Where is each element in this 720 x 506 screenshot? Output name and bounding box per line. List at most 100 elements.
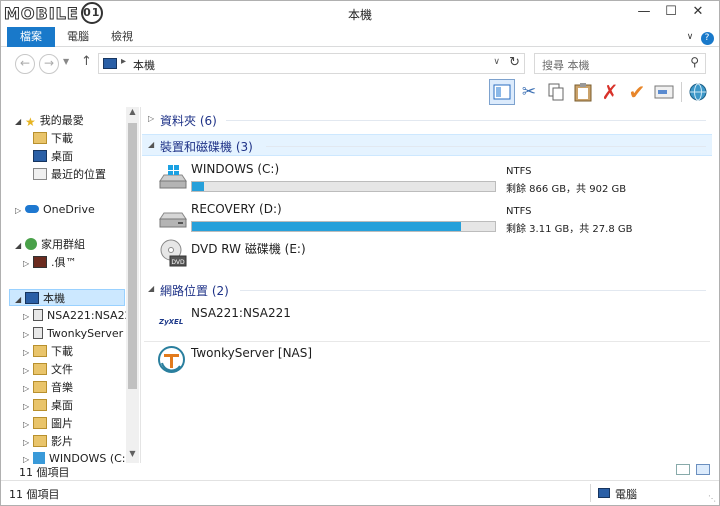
music-folder-icon xyxy=(33,381,47,393)
maximize-button[interactable]: ☐ xyxy=(658,1,684,25)
nav-label: 下載 xyxy=(51,132,73,145)
expand-arrow-icon[interactable]: ▷ xyxy=(23,344,33,360)
scroll-down-icon[interactable]: ▼ xyxy=(126,449,139,463)
expand-arrow-icon[interactable]: ▷ xyxy=(23,326,33,342)
help-icon[interactable]: ? xyxy=(699,27,715,47)
nav-homegroup[interactable]: ◢ 家用群組 xyxy=(15,236,85,253)
nav-homegroup-user[interactable]: ▷ .俱™ xyxy=(23,254,77,271)
address-dropdown-icon[interactable]: ∨ xyxy=(493,57,500,67)
search-icon[interactable]: ⚲ xyxy=(690,55,699,69)
group-divider xyxy=(226,120,706,121)
copy-icon[interactable] xyxy=(543,79,569,105)
details-view-icon[interactable] xyxy=(676,464,690,475)
expand-arrow-icon[interactable]: ◢ xyxy=(15,113,25,129)
nav-downloads[interactable]: 下載 xyxy=(33,130,73,147)
preview-pane-button[interactable] xyxy=(489,79,515,105)
nav-onedrive[interactable]: ▷ OneDrive xyxy=(15,201,95,218)
cloud-icon xyxy=(25,205,39,213)
status-divider xyxy=(590,484,591,502)
close-button[interactable]: ✕ xyxy=(685,1,711,25)
nav-pc-downloads[interactable]: ▷ 下載 xyxy=(23,343,73,360)
minimize-button[interactable]: — xyxy=(631,1,657,25)
ribbon-expand-chevron-icon[interactable]: ∨ xyxy=(683,27,697,47)
drive-filesystem: NTFS xyxy=(506,206,532,217)
nav-documents[interactable]: ▷ 文件 xyxy=(23,361,73,378)
group-network[interactable]: ◢ 網路位置 (2) xyxy=(142,279,712,301)
navigation-pane: ◢ ★ 我的最愛 下載 桌面 最近的位置 ▷ OneDrive ◢ 家用群組 ▷ .俱™ … xyxy=(1,107,141,465)
paste-icon[interactable] xyxy=(570,79,596,105)
rename-icon[interactable] xyxy=(651,79,677,105)
address-field[interactable]: ▸ 本機 ∨ ↻ xyxy=(98,53,525,74)
back-button[interactable]: ← xyxy=(15,54,35,74)
nav-pc-desktop[interactable]: ▷ 桌面 xyxy=(23,397,73,414)
drive-name: RECOVERY (D:) xyxy=(191,202,282,216)
expand-arrow-icon[interactable]: ▷ xyxy=(23,434,33,450)
expand-arrow-icon[interactable]: ◢ xyxy=(15,237,25,253)
recent-places-icon xyxy=(33,168,47,180)
nav-label: TwonkyServer [N xyxy=(47,327,126,340)
scrollbar-thumb[interactable] xyxy=(128,123,137,389)
up-arrow-icon[interactable]: ↑ xyxy=(81,54,92,69)
expand-arrow-icon[interactable]: ▷ xyxy=(23,308,33,324)
nav-scrollbar[interactable]: ▲ ▼ xyxy=(126,107,139,463)
nav-label: 下載 xyxy=(51,345,73,358)
status-item-count: 11 個項目 xyxy=(9,488,60,501)
resize-grip-icon[interactable]: ⋱ xyxy=(708,494,716,503)
forward-button[interactable]: → xyxy=(39,54,59,74)
network-item-twonky[interactable]: TwonkyServer [NAS] xyxy=(142,344,712,380)
network-globe-icon[interactable] xyxy=(685,79,711,105)
nav-recent[interactable]: 最近的位置 xyxy=(33,166,106,183)
title-bar: MOBILE 01 本機 — ☐ ✕ xyxy=(1,1,719,27)
expand-arrow-icon[interactable]: ▷ xyxy=(15,202,25,218)
collapse-arrow-icon[interactable]: ◢ xyxy=(148,284,154,293)
tiles-view-icon[interactable] xyxy=(696,464,710,475)
drive-free-space: 剩餘 3.11 GB，共 27.8 GB xyxy=(506,224,633,235)
homegroup-icon xyxy=(25,238,37,250)
user-avatar xyxy=(33,256,47,268)
recent-locations-chevron-icon[interactable]: ▼ xyxy=(63,57,69,66)
expand-arrow-icon[interactable]: ▷ xyxy=(23,255,33,271)
nav-nas-twonky[interactable]: ▷ TwonkyServer [N xyxy=(23,325,126,342)
desktop-folder-icon xyxy=(33,399,47,411)
delete-icon[interactable]: ✗ xyxy=(597,79,623,105)
nav-nas-zyxel[interactable]: ▷ NSA221:NSA22 xyxy=(23,307,126,324)
properties-check-icon[interactable]: ✔ xyxy=(624,79,650,105)
group-header: 網路位置 (2) xyxy=(160,284,229,298)
search-placeholder: 搜尋 本機 xyxy=(542,59,590,72)
nav-favorites[interactable]: ◢ ★ 我的最愛 xyxy=(15,112,84,129)
twonky-icon xyxy=(158,346,185,373)
tab-computer[interactable]: 電腦 xyxy=(61,27,95,47)
expand-arrow-icon[interactable]: ▷ xyxy=(23,380,33,396)
collapse-arrow-icon[interactable]: ◢ xyxy=(148,140,154,149)
drive-d[interactable]: RECOVERY (D:) NTFS 剩餘 3.11 GB，共 27.8 GB xyxy=(142,199,712,239)
collapse-arrow-icon[interactable]: ▷ xyxy=(148,114,154,123)
tab-view[interactable]: 檢視 xyxy=(105,27,139,47)
expand-arrow-icon[interactable]: ▷ xyxy=(23,416,33,432)
network-item-zyxel[interactable]: ZyXEL NSA221:NSA221 xyxy=(142,304,712,340)
expand-arrow-icon[interactable]: ▷ xyxy=(23,362,33,378)
ribbon: 檔案 電腦 檢視 ∨ ? xyxy=(1,27,719,47)
nav-music[interactable]: ▷ 音樂 xyxy=(23,379,73,396)
group-folders[interactable]: ▷ 資料夾 (6) xyxy=(142,109,712,131)
nav-label: 桌面 xyxy=(51,399,73,412)
nav-desktop[interactable]: 桌面 xyxy=(33,148,73,165)
scroll-up-icon[interactable]: ▲ xyxy=(126,107,139,121)
tab-file[interactable]: 檔案 xyxy=(7,27,55,47)
explorer-window: MOBILE 01 本機 — ☐ ✕ 檔案 電腦 檢視 ∨ ? ← → ▼ ↑ … xyxy=(0,0,720,506)
nav-videos[interactable]: ▷ 影片 xyxy=(23,433,73,450)
cut-icon[interactable]: ✂ xyxy=(516,79,542,105)
expand-arrow-icon[interactable]: ▷ xyxy=(23,398,33,414)
group-devices[interactable]: ◢ 裝置和磁碟機 (3) xyxy=(142,134,712,156)
nav-label: 本機 xyxy=(43,292,65,305)
drive-c[interactable]: WINDOWS (C:) NTFS 剩餘 866 GB，共 902 GB xyxy=(142,159,712,199)
item-count-label: 11 個項目 xyxy=(19,466,70,479)
refresh-icon[interactable]: ↻ xyxy=(509,55,520,70)
expand-arrow-icon[interactable]: ◢ xyxy=(15,291,25,305)
nav-this-pc[interactable]: ◢ 本機 xyxy=(9,289,125,306)
group-divider xyxy=(240,290,706,291)
nav-label: NSA221:NSA22 xyxy=(47,309,126,322)
nav-pictures[interactable]: ▷ 圖片 xyxy=(23,415,73,432)
drive-e[interactable]: DVD DVD RW 磁碟機 (E:) xyxy=(142,237,712,277)
command-toolbar: ✂ ✗ ✔ xyxy=(1,79,719,107)
search-input[interactable]: 搜尋 本機 ⚲ xyxy=(534,53,706,74)
